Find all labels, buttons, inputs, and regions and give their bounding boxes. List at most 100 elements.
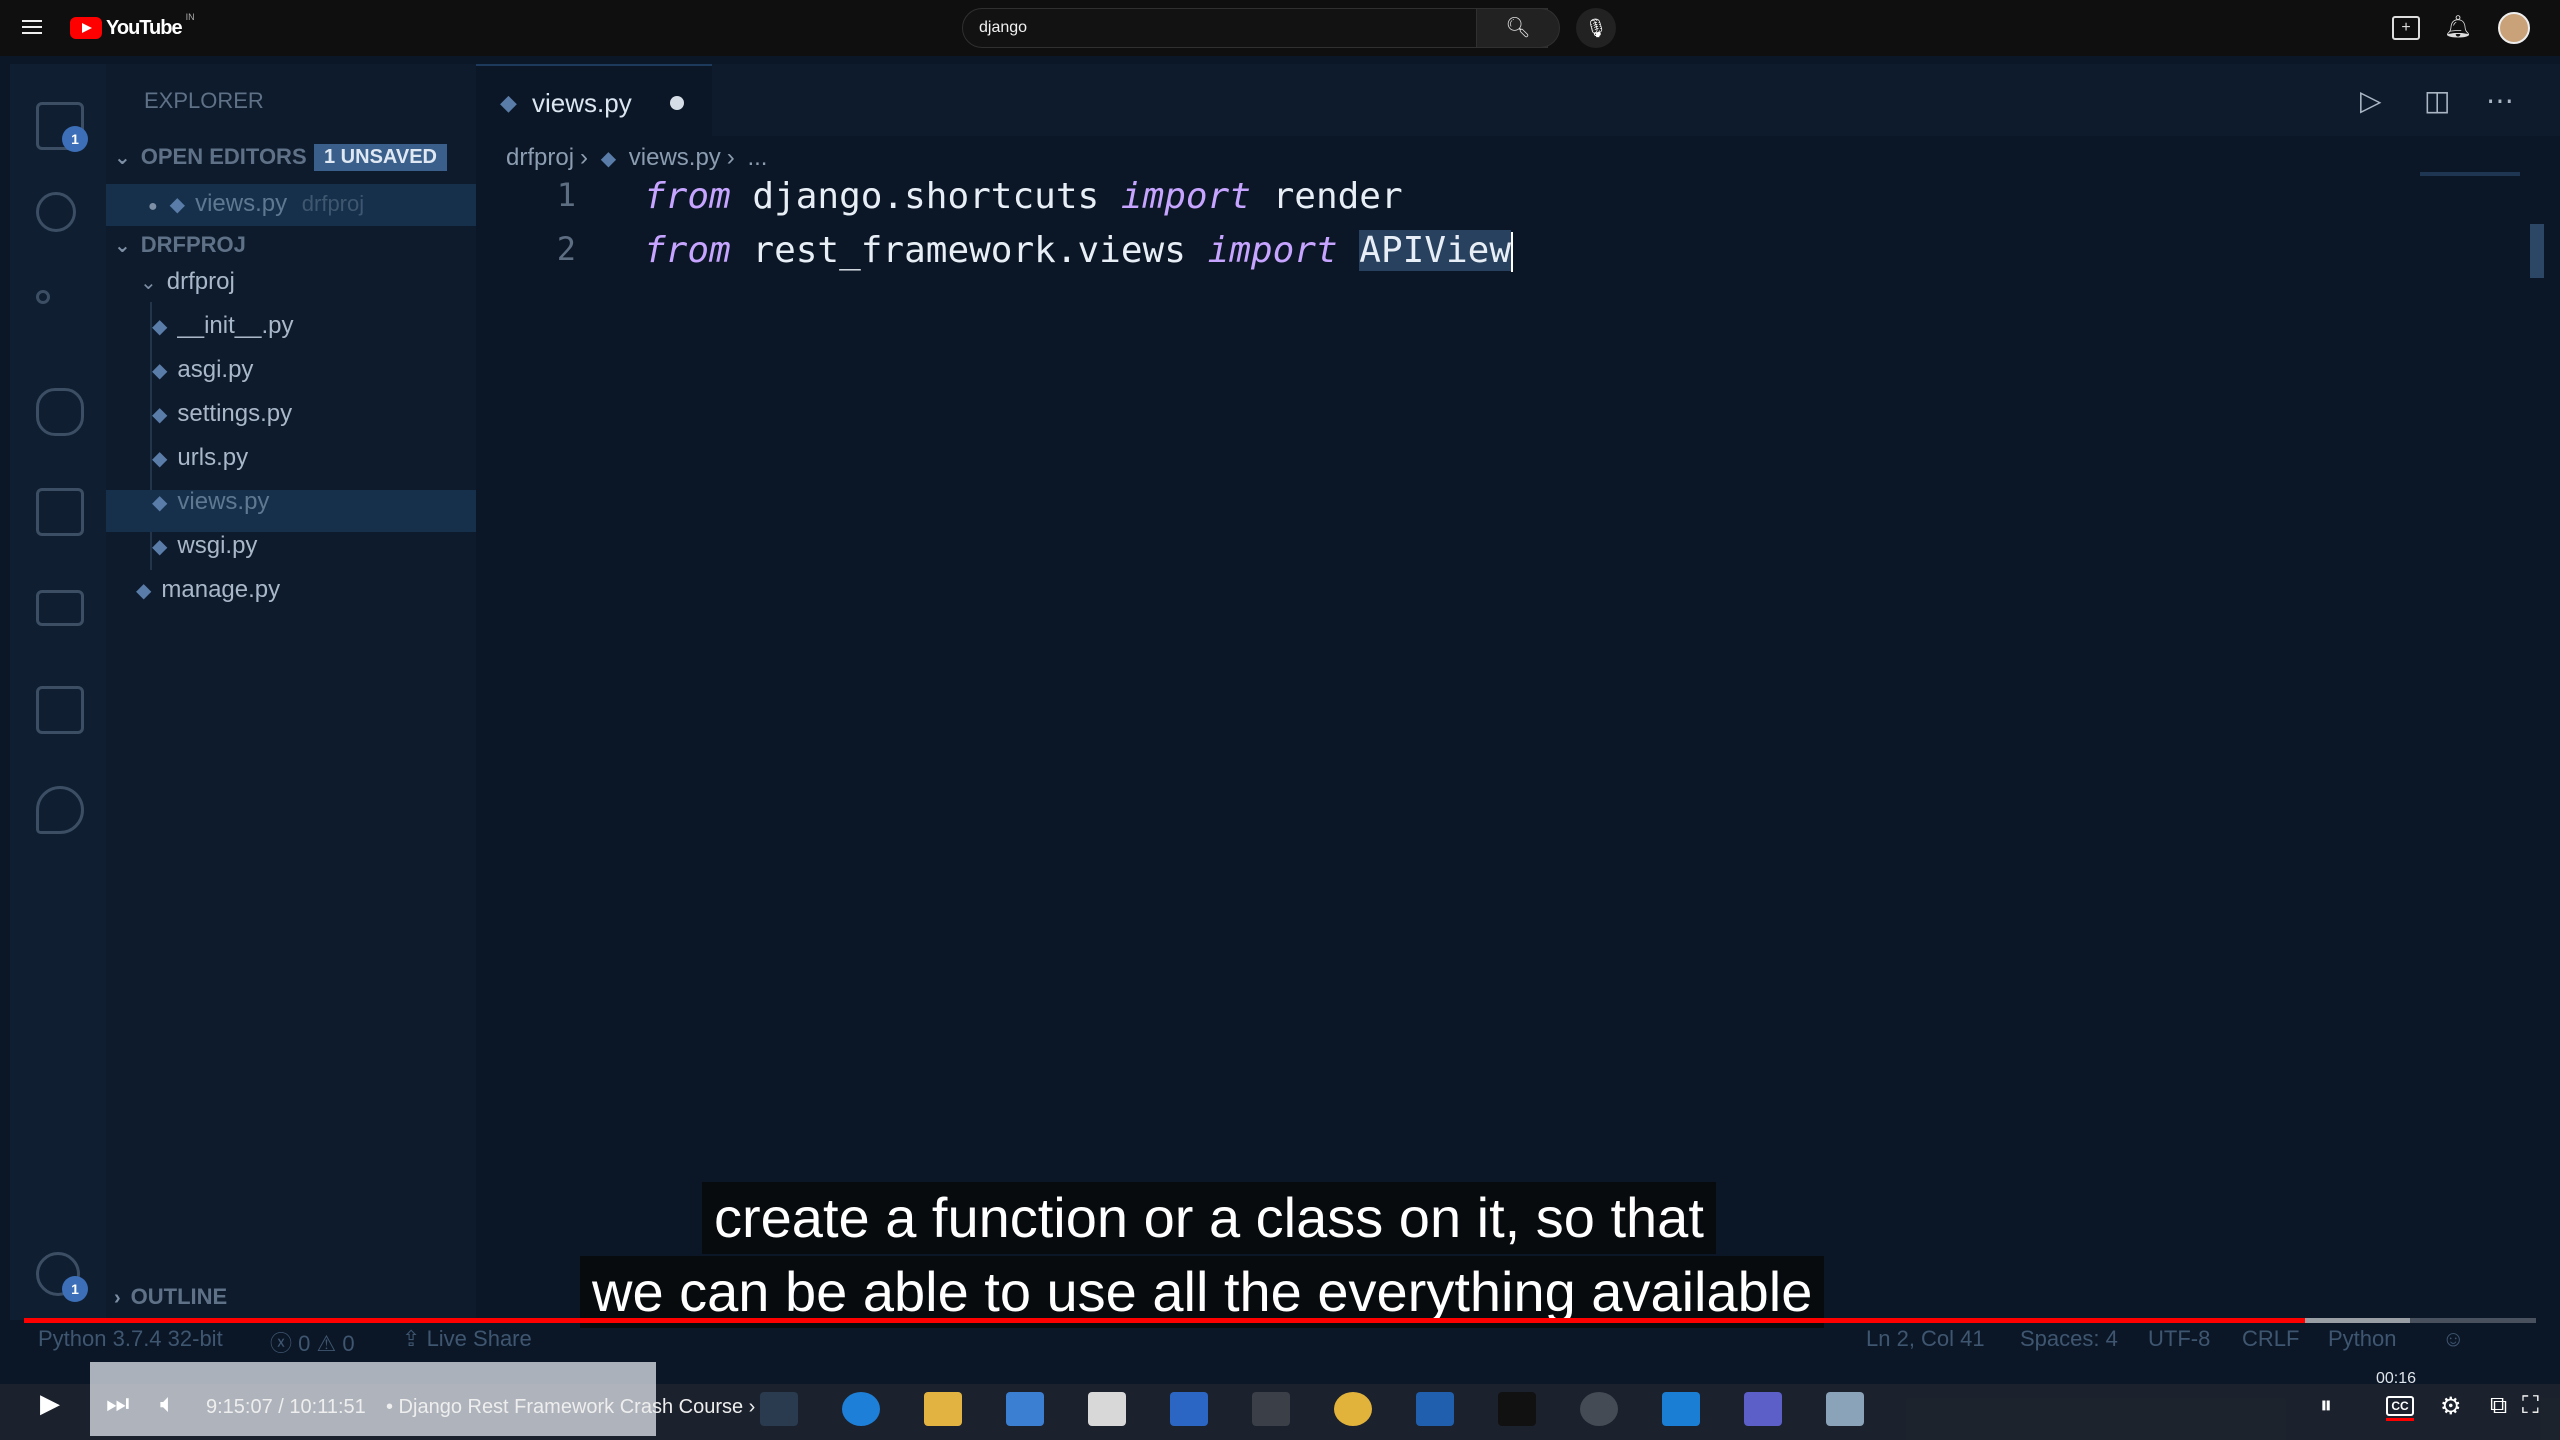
unsaved-dot-icon[interactable] (670, 96, 684, 110)
feedback-smiley-icon[interactable]: ☺ (2442, 1326, 2464, 1352)
code-text: from rest_framework.views import APIView (644, 230, 1514, 272)
code-line[interactable]: 1 from django.shortcuts import render (476, 176, 2516, 228)
time-display: 9:15:07 / 10:11:51 (206, 1396, 366, 1418)
terminal-icon (1498, 1392, 1536, 1426)
chapter-title[interactable]: • Django Rest Framework Crash Course › (386, 1396, 755, 1419)
search-icon[interactable] (36, 192, 76, 232)
folder-item[interactable]: ⌄ drfproj (140, 262, 235, 302)
outline-header[interactable]: › OUTLINE (114, 1284, 227, 1310)
more-actions-icon[interactable]: ⋯ (2486, 84, 2514, 117)
python-file-icon: ◆ (152, 360, 168, 382)
cursor-position[interactable]: Ln 2, Col 41 (1866, 1326, 1985, 1352)
file-name: __init__.py (177, 312, 294, 339)
file-item-manage[interactable]: ◆ manage.py (136, 570, 280, 610)
vscode-icon (1662, 1392, 1700, 1426)
keyword: from (644, 230, 731, 271)
vscode-activity-bar: 1 1 (10, 64, 106, 1334)
explorer-title: EXPLORER (144, 88, 264, 113)
youtube-logo[interactable]: YouTube IN (70, 12, 195, 40)
open-file-name: views.py (195, 190, 288, 217)
file-name: manage.py (161, 576, 281, 603)
error-icon: ⓧ (270, 1331, 293, 1356)
editor-scrollbar[interactable] (2530, 224, 2544, 278)
search-button[interactable]: 🔍︎ (1476, 8, 1560, 48)
module-name: rest_framework.views (752, 230, 1186, 271)
miniplayer-icon[interactable]: ⧉ (2490, 1392, 2507, 1420)
file-explorer-icon (924, 1392, 962, 1426)
amazon-icon (1088, 1392, 1126, 1426)
explorer-sidebar: EXPLORER ⌄ OPEN EDITORS 1 UNSAVED ● ◆ views… (106, 64, 476, 1334)
logo-text: YouTube (106, 16, 183, 39)
captions-active-indicator (2386, 1418, 2414, 1421)
unsaved-dot-icon: ● (148, 198, 158, 215)
extensions-icon[interactable] (36, 488, 84, 536)
search-box[interactable]: ✕ (962, 8, 1548, 48)
language-mode[interactable]: Python (2328, 1326, 2397, 1352)
file-item-settings[interactable]: ◆ settings.py (152, 394, 292, 434)
open-file-folder: drfproj (301, 191, 365, 216)
open-editor-item[interactable]: ● ◆ views.py drfproj (106, 184, 476, 226)
video-player[interactable]: 1 1 EXPLORER ⌄ OPEN EDITORS 1 UNSAVED ● ◆ v… (0, 56, 2560, 1440)
open-editors-header[interactable]: ⌄ OPEN EDITORS (114, 144, 307, 170)
file-item-urls[interactable]: ◆ urls.py (152, 438, 248, 478)
breadcrumb: drfproj › ◆ views.py › ... (506, 144, 773, 172)
problems-indicator[interactable]: ⓧ 0 ⚠ 0 (270, 1326, 355, 1358)
breadcrumb-folder[interactable]: drfproj (506, 144, 574, 171)
progress-played (24, 1318, 2305, 1323)
next-icon[interactable]: ⏭ (106, 1388, 129, 1420)
editor-tab-views[interactable]: ◆ views.py (476, 64, 712, 136)
volume-icon[interactable]: 🔈︎ (160, 1388, 176, 1420)
edge-browser-icon (842, 1392, 880, 1426)
chrome-icon (1334, 1392, 1372, 1426)
panel-layout-icon[interactable] (36, 686, 84, 734)
python-file-icon: ◆ (169, 194, 186, 216)
task-view-icon (760, 1392, 798, 1426)
autoplay-toggle-icon[interactable]: ⏸ (2320, 1392, 2332, 1420)
fullscreen-exit-icon[interactable]: ⛶ (2522, 1392, 2539, 1420)
file-item-wsgi[interactable]: ◆ wsgi.py (152, 526, 257, 566)
chevron-down-icon: ⌄ (114, 147, 131, 169)
live-share-icon[interactable] (36, 786, 84, 834)
breadcrumb-symbol[interactable]: ... (747, 144, 767, 171)
youtube-play-logo-icon (70, 17, 102, 39)
chevron-right-icon: › (114, 1287, 121, 1309)
breadcrumb-file[interactable]: views.py (629, 144, 721, 171)
video-progress-bar[interactable] (24, 1318, 2536, 1323)
voice-search-mic-icon[interactable]: 🎙︎ (1576, 8, 1616, 48)
indentation[interactable]: Spaces: 4 (2020, 1326, 2118, 1352)
folder-icon[interactable] (36, 590, 84, 626)
encoding[interactable]: UTF-8 (2148, 1326, 2210, 1352)
run-play-icon[interactable]: ▷ (2360, 84, 2382, 117)
avatar[interactable] (2498, 12, 2530, 44)
file-item-init[interactable]: ◆ __init__.py (152, 306, 293, 346)
code-editor[interactable]: ◆ views.py ▷ ◫ ⋯ drfproj › ◆ views.py › ..… (476, 64, 2560, 1334)
file-name: wsgi.py (177, 532, 258, 559)
line-endings[interactable]: CRLF (2242, 1326, 2299, 1352)
file-item-views[interactable]: ◆ views.py (152, 482, 269, 522)
live-share-status[interactable]: ⇪ Live Share (402, 1326, 532, 1352)
search-input[interactable] (979, 17, 1459, 39)
code-line[interactable]: 2 from rest_framework.views import APIVi… (476, 230, 2516, 282)
file-item-asgi[interactable]: ◆ asgi.py (152, 350, 253, 390)
captions-button[interactable]: CC (2386, 1396, 2414, 1416)
code-text: from django.shortcuts import render (644, 176, 1403, 217)
python-interpreter[interactable]: Python 3.7.4 32-bit (38, 1326, 223, 1352)
menu-icon[interactable] (22, 16, 48, 40)
create-video-icon[interactable]: + (2392, 16, 2420, 40)
settings-gear-icon[interactable]: ⚙ (2440, 1392, 2462, 1421)
play-icon[interactable]: ▶ (40, 1388, 60, 1419)
split-editor-icon[interactable]: ◫ (2424, 84, 2450, 117)
app-icon (1252, 1392, 1290, 1426)
caption-line-1: create a function or a class on it, so t… (702, 1182, 1716, 1254)
live-share-icon: ⇪ (402, 1326, 421, 1351)
notifications-bell-icon[interactable]: 🔔︎ (2444, 14, 2472, 42)
unsaved-badge: 1 UNSAVED (314, 144, 447, 171)
imported-name: render (1272, 176, 1403, 217)
debug-bug-icon[interactable] (36, 388, 84, 436)
live-share-label: Live Share (426, 1326, 532, 1351)
chevron-down-icon: ⌄ (114, 235, 131, 257)
file-name: views.py (177, 488, 270, 515)
source-control-icon[interactable] (36, 290, 50, 304)
project-header[interactable]: ⌄ DRFPROJ (114, 232, 246, 258)
imported-name-highlighted: APIView (1359, 230, 1512, 271)
